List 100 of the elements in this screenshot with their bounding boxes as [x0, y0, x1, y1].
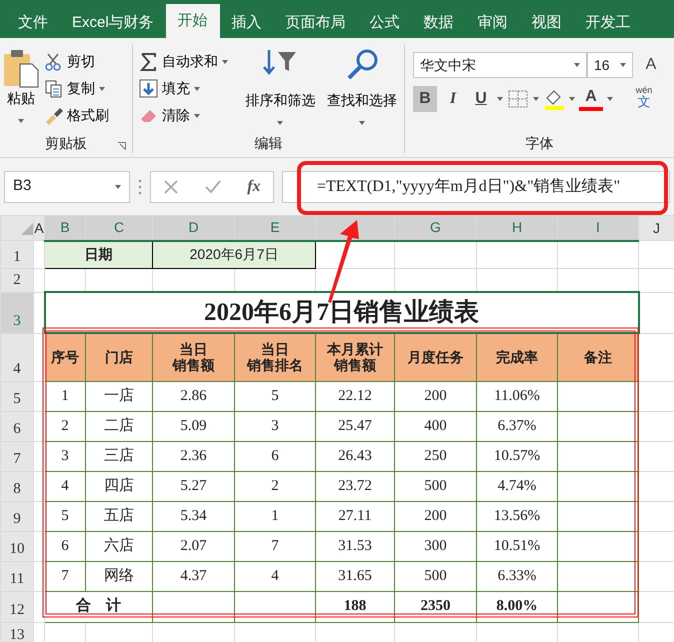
column-heading: 完成率	[495, 349, 539, 366]
row-header[interactable]: 13	[0, 622, 34, 642]
row-header[interactable]: 4	[0, 333, 34, 381]
row-header[interactable]: 8	[0, 471, 34, 501]
table-cell: 六店	[104, 538, 134, 554]
caret-icon	[574, 63, 580, 67]
close-icon[interactable]	[163, 178, 180, 194]
table-cell: 26.43	[338, 448, 372, 464]
ribbon-tab[interactable]: 数据	[412, 8, 466, 38]
column-header[interactable]: C	[86, 216, 152, 240]
font-size-field[interactable]: 16	[587, 52, 633, 78]
table-cell: 4	[61, 478, 69, 494]
caret-icon	[115, 184, 121, 188]
table-cell: 6	[61, 538, 69, 554]
table-cell: 5.34	[180, 508, 207, 524]
format-painter-button[interactable]: 格式刷	[42, 102, 111, 129]
format-button[interactable]: U	[469, 86, 493, 112]
total-label: 合 计	[76, 598, 121, 614]
fill-color-icon[interactable]	[543, 88, 565, 110]
cut-button[interactable]: 剪切	[42, 48, 111, 75]
row-header[interactable]: 2	[0, 268, 34, 292]
column-header[interactable]: G	[394, 216, 476, 240]
table-cell: 25.47	[338, 418, 372, 434]
table-cell: 2020年6月7日	[190, 246, 278, 262]
table-cell: 200	[424, 388, 447, 404]
group-label: 编辑	[254, 135, 282, 151]
copy-button[interactable]: 复制	[42, 75, 111, 102]
row-header[interactable]: 12	[0, 591, 34, 622]
column-header[interactable]: H	[476, 216, 558, 240]
column-header[interactable]: A	[34, 216, 44, 240]
font-color-button[interactable]: A	[579, 87, 603, 111]
table-cell: 10.57%	[494, 448, 540, 464]
row-header[interactable]: 9	[0, 501, 34, 531]
column-header[interactable]: B	[44, 216, 86, 240]
font-name-field[interactable]: 华文中宋	[413, 52, 587, 78]
ribbon-tab[interactable]: 视图	[520, 8, 574, 38]
grow-font-button[interactable]: A	[639, 52, 663, 78]
dialog-launcher-icon[interactable]	[118, 142, 126, 150]
phonetic-button[interactable]: wén 文	[631, 86, 657, 112]
ribbon-tab[interactable]: 文件	[6, 8, 60, 38]
sort-filter-button[interactable]: 排序和筛选	[240, 44, 320, 133]
ribbon-tab[interactable]: 开始	[166, 4, 220, 38]
table-cell: 2	[61, 418, 69, 434]
table-cell: 2.86	[180, 388, 207, 404]
row-header[interactable]: 10	[0, 531, 34, 561]
column-header[interactable]: J	[638, 216, 674, 240]
table-cell: 2	[271, 478, 279, 494]
ribbon-tab[interactable]: 公式	[358, 8, 412, 38]
row-header[interactable]: 11	[0, 561, 34, 591]
caret-icon	[99, 86, 105, 90]
caret-icon	[607, 97, 613, 101]
table-cell: 2350	[420, 598, 450, 614]
table-cell: 4.74%	[498, 478, 536, 494]
find-select-button[interactable]: 查找和选择	[320, 44, 404, 133]
column-header[interactable]: E	[234, 216, 316, 240]
table-cell: 2.36	[180, 448, 207, 464]
column-heading: 当日	[178, 341, 208, 358]
table-cell: 三店	[104, 448, 134, 464]
ribbon-tab[interactable]: Excel与财务	[60, 8, 166, 38]
ribbon-tab[interactable]: 开发工	[574, 8, 643, 38]
table-cell: 11.06%	[494, 388, 540, 404]
row-header[interactable]: 7	[0, 441, 34, 471]
column-header[interactable]: D	[152, 216, 234, 240]
ribbon-tab[interactable]: 审阅	[466, 8, 520, 38]
row-header[interactable]: 5	[0, 381, 34, 411]
clear-button[interactable]: 清除	[137, 102, 241, 129]
caret-icon	[18, 119, 24, 123]
fill-button[interactable]: 填充	[137, 75, 241, 102]
row-header[interactable]: 1	[0, 240, 34, 268]
scissors-icon	[44, 52, 63, 71]
table-cell: 1	[271, 508, 279, 524]
select-all-icon[interactable]	[21, 222, 32, 235]
table-cell: 3	[271, 418, 279, 434]
column-header[interactable]: I	[558, 216, 638, 240]
row-header[interactable]: 6	[0, 411, 34, 441]
table-cell: 一店	[104, 388, 134, 404]
name-box[interactable]: B3	[4, 170, 130, 202]
row-header[interactable]: 3	[0, 292, 34, 333]
format-button[interactable]: I	[441, 86, 465, 112]
field-label: 日期	[84, 246, 112, 262]
ribbon-tab[interactable]: 插入	[220, 8, 274, 38]
column-heading: 销售额	[171, 357, 216, 374]
paste-button[interactable]: 粘贴	[0, 44, 42, 133]
ribbon-tab[interactable]: 页面布局	[274, 8, 358, 38]
check-icon[interactable]	[204, 178, 222, 194]
insert-function-button[interactable]: fx	[247, 174, 261, 198]
borders-icon[interactable]	[507, 89, 529, 109]
copy-icon	[44, 79, 63, 98]
format-button[interactable]: B	[413, 86, 437, 112]
autosum-button[interactable]: 自动求和	[137, 48, 241, 75]
table-cell: 7	[61, 568, 69, 584]
formula-input[interactable]: =TEXT(D1,"yyyy年m月d日")&"销售业绩表"	[282, 170, 670, 202]
drag-handle-icon[interactable]	[138, 178, 142, 196]
table-cell: 13.56%	[494, 508, 540, 524]
table-cell: 5	[271, 388, 279, 404]
column-heading: 销售排名	[246, 357, 304, 374]
table-cell: 31.65	[338, 568, 372, 584]
caret-icon	[359, 121, 366, 125]
group-label: 剪贴板	[45, 135, 87, 151]
table-cell: 250	[424, 448, 447, 464]
